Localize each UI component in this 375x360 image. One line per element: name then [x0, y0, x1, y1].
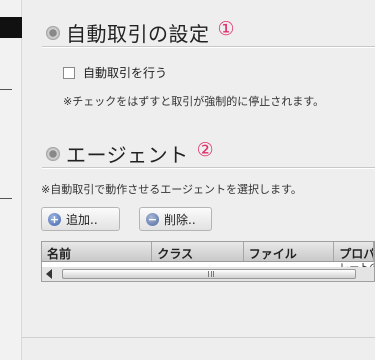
- section-separator: [42, 167, 375, 169]
- auto-trade-note: ※チェックをはずすと取引が強制的に停止されます。: [63, 95, 325, 108]
- add-agent-button[interactable]: + 追加..: [41, 207, 120, 231]
- delete-agent-label: 削除..: [164, 212, 196, 227]
- agents-note: ※自動取引で動作させるエージェントを選択します。: [41, 183, 302, 196]
- auto-trade-title: 自動取引の設定: [66, 22, 210, 46]
- column-header-name[interactable]: 名前: [42, 242, 153, 261]
- section-separator: [42, 46, 375, 48]
- table-header: 名前 クラス ファイル プロパ: [42, 242, 374, 262]
- plus-circle-icon: +: [48, 212, 61, 226]
- add-agent-label: 追加..: [66, 212, 98, 227]
- column-header-class[interactable]: クラス: [152, 242, 244, 261]
- left-panel-edge: [0, 0, 22, 360]
- auto-trade-checkbox[interactable]: [63, 66, 75, 79]
- scroll-left-arrow-icon[interactable]: [46, 269, 52, 279]
- column-header-property[interactable]: プロパ: [334, 242, 374, 261]
- agents-heading: エージェント ②: [46, 139, 214, 168]
- agents-title: エージェント: [66, 143, 189, 167]
- marker-two: ②: [196, 138, 215, 161]
- scrollbar-thumb[interactable]: [62, 269, 356, 279]
- radio-bullet-icon: [46, 25, 60, 40]
- auto-trade-checkbox-label[interactable]: 自動取引を行う: [83, 64, 167, 81]
- table-horizontal-scrollbar[interactable]: [41, 267, 375, 282]
- selected-nav-item[interactable]: [0, 17, 22, 38]
- nav-divider: [0, 198, 12, 199]
- auto-trade-heading: 自動取引の設定 ①: [46, 18, 235, 47]
- minus-circle-icon: −: [146, 212, 159, 226]
- delete-agent-button[interactable]: − 削除..: [139, 207, 212, 231]
- bottom-divider: [22, 337, 375, 338]
- nav-divider: [0, 89, 12, 90]
- column-header-file[interactable]: ファイル: [244, 242, 335, 261]
- marker-one: ①: [217, 17, 236, 40]
- auto-trade-checkbox-row[interactable]: 自動取引を行う: [63, 64, 167, 81]
- scrollbar-grip-icon: [208, 271, 214, 277]
- radio-bullet-icon: [46, 146, 60, 161]
